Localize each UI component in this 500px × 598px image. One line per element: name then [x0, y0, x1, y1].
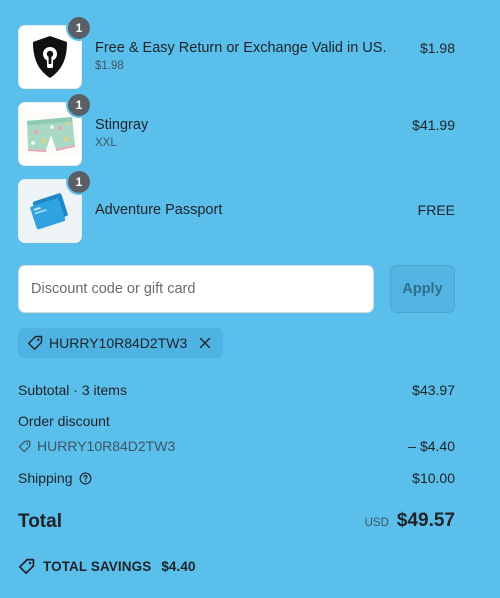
item-price: FREE: [417, 202, 455, 218]
item-thumbnail: 1: [18, 17, 90, 89]
subtotal-label: Subtotal · 3 items: [18, 382, 127, 398]
currency-code: USD: [364, 517, 389, 529]
quantity-badge: 1: [68, 17, 90, 39]
remove-discount-button[interactable]: [197, 335, 213, 351]
item-title: Adventure Passport: [95, 202, 223, 218]
item-title: Stingray: [95, 117, 149, 133]
item-price: $1.98: [419, 40, 455, 56]
tag-icon: [18, 558, 35, 575]
apply-button[interactable]: Apply: [390, 265, 455, 313]
applied-discount-code: HURRY10R84D2TW3: [49, 335, 188, 351]
item-subtitle: XXL: [95, 137, 117, 149]
total-savings: TOTAL SAVINGS $4.40: [18, 558, 196, 575]
help-icon[interactable]: [79, 472, 92, 485]
total-amount: $49.57: [396, 510, 455, 531]
applied-discount-chip: HURRY10R84D2TW3: [18, 328, 224, 358]
passport-image: [23, 188, 77, 234]
item-title: Free & Easy Return or Exchange Valid in …: [95, 40, 387, 56]
total-savings-label: TOTAL SAVINGS: [43, 559, 152, 574]
order-summary: Subtotal · 3 items $43.97 Order discount…: [18, 380, 455, 490]
shield-keyhole-icon: [33, 36, 67, 78]
order-discount-row: Order discount: [18, 411, 455, 433]
order-item: 1 Free & Easy Return or Exchange Valid i…: [18, 17, 455, 89]
quantity-badge: 1: [68, 94, 90, 116]
subtotal-row: Subtotal · 3 items $43.97: [18, 380, 455, 402]
item-thumbnail: 1: [18, 94, 90, 166]
shipping-label: Shipping: [18, 470, 73, 486]
shipping-row: Shipping $10.00: [18, 468, 455, 490]
order-items-list: 1 Free & Easy Return or Exchange Valid i…: [18, 17, 455, 256]
item-price: $41.99: [412, 117, 455, 133]
order-discount-label: Order discount: [18, 413, 110, 429]
discount-code-row: HURRY10R84D2TW3 – $4.40: [18, 436, 455, 458]
shipping-value: $10.00: [412, 470, 455, 486]
discount-code-label: HURRY10R84D2TW3: [37, 438, 176, 454]
order-item: 1 Stingray XXL $41.99: [18, 94, 455, 166]
discount-form: Apply: [18, 265, 455, 315]
subtotal-value: $43.97: [412, 382, 455, 398]
item-subtitle: $1.98: [95, 60, 124, 72]
quantity-badge: 1: [68, 171, 90, 193]
tag-icon: [18, 440, 31, 452]
tag-icon: [28, 335, 43, 350]
shorts-image: [22, 111, 78, 157]
discount-code-input[interactable]: [18, 265, 374, 313]
close-icon: [200, 337, 211, 349]
item-thumbnail: 1: [18, 171, 90, 243]
total-label: Total: [18, 511, 62, 532]
total-savings-amount: $4.40: [161, 559, 196, 574]
total-row: Total USD $49.57: [18, 510, 455, 538]
order-item: 1 Adventure Passport FREE: [18, 171, 455, 243]
discount-value: – $4.40: [408, 438, 455, 454]
